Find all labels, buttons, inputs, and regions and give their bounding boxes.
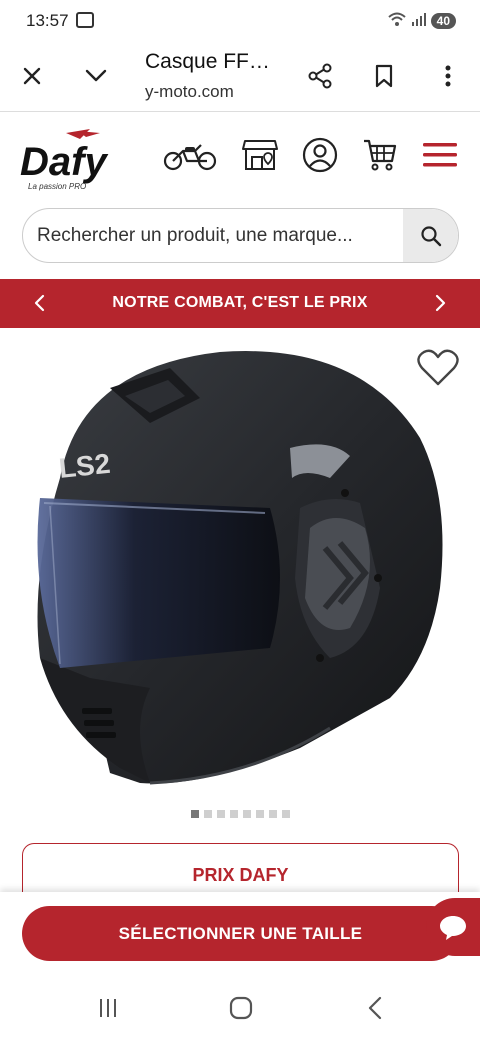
- carousel-dot[interactable]: [190, 810, 199, 818]
- page-url[interactable]: y-moto.com: [145, 82, 234, 102]
- svg-text:Dafy: Dafy: [20, 140, 108, 184]
- favorite-heart-icon[interactable]: [416, 348, 460, 388]
- svg-text:LS2: LS2: [57, 448, 111, 484]
- account-icon[interactable]: [300, 135, 340, 175]
- chat-button[interactable]: [426, 898, 480, 956]
- carousel-dot[interactable]: [255, 810, 264, 818]
- page-title[interactable]: Casque FF…: [145, 50, 270, 74]
- promo-banner: NOTRE COMBAT, C'EST LE PRIX: [0, 279, 480, 328]
- battery-level: 40: [436, 13, 450, 28]
- status-time: 13:57: [26, 11, 69, 30]
- banner-text[interactable]: NOTRE COMBAT, C'EST LE PRIX: [0, 294, 480, 312]
- carousel-dot[interactable]: [268, 810, 277, 818]
- banner-next-icon[interactable]: [426, 287, 456, 319]
- chat-icon: [440, 916, 466, 940]
- cart-icon[interactable]: [360, 135, 400, 175]
- bookmark-icon[interactable]: [370, 62, 398, 90]
- home-icon[interactable]: [226, 995, 256, 1021]
- store-icon[interactable]: [240, 135, 280, 175]
- motorcycle-icon[interactable]: [162, 135, 218, 175]
- carousel-dot[interactable]: [281, 810, 290, 818]
- search-input[interactable]: [23, 209, 408, 262]
- close-icon[interactable]: [18, 62, 46, 90]
- wifi-icon: [387, 11, 407, 30]
- screencast-icon: [76, 12, 94, 28]
- search-bar: [22, 208, 459, 263]
- chevron-down-icon[interactable]: [82, 62, 110, 90]
- search-icon: [420, 225, 441, 246]
- carousel-dot[interactable]: [203, 810, 212, 818]
- carousel-dot[interactable]: [229, 810, 238, 818]
- carousel-indicator: [0, 810, 480, 818]
- product-image[interactable]: LS2: [0, 328, 480, 798]
- dafy-logo[interactable]: Dafy La passion PRO: [18, 127, 123, 193]
- share-icon[interactable]: [306, 62, 334, 90]
- price-label: PRIX DAFY: [192, 865, 289, 885]
- system-nav-bar: [0, 977, 480, 1039]
- carousel-dot[interactable]: [216, 810, 225, 818]
- status-bar: 13:57 40: [0, 0, 480, 42]
- more-vert-icon[interactable]: [434, 62, 462, 90]
- back-icon[interactable]: [360, 995, 390, 1021]
- battery-icon: 40: [430, 12, 456, 29]
- select-size-button[interactable]: SÉLECTIONNER UNE TAILLE: [22, 906, 459, 961]
- svg-text:La passion PRO: La passion PRO: [28, 182, 86, 191]
- site-header: Dafy La passion PRO: [0, 113, 480, 201]
- signal-icon: [411, 12, 427, 29]
- status-indicators: 40: [387, 11, 456, 30]
- browser-toolbar: Casque FF… y-moto.com: [0, 42, 480, 112]
- search-button[interactable]: [403, 209, 458, 262]
- menu-icon[interactable]: [420, 135, 460, 175]
- carousel-dot[interactable]: [242, 810, 251, 818]
- recent-apps-icon[interactable]: [93, 995, 123, 1021]
- helmet-image: LS2: [37, 351, 443, 785]
